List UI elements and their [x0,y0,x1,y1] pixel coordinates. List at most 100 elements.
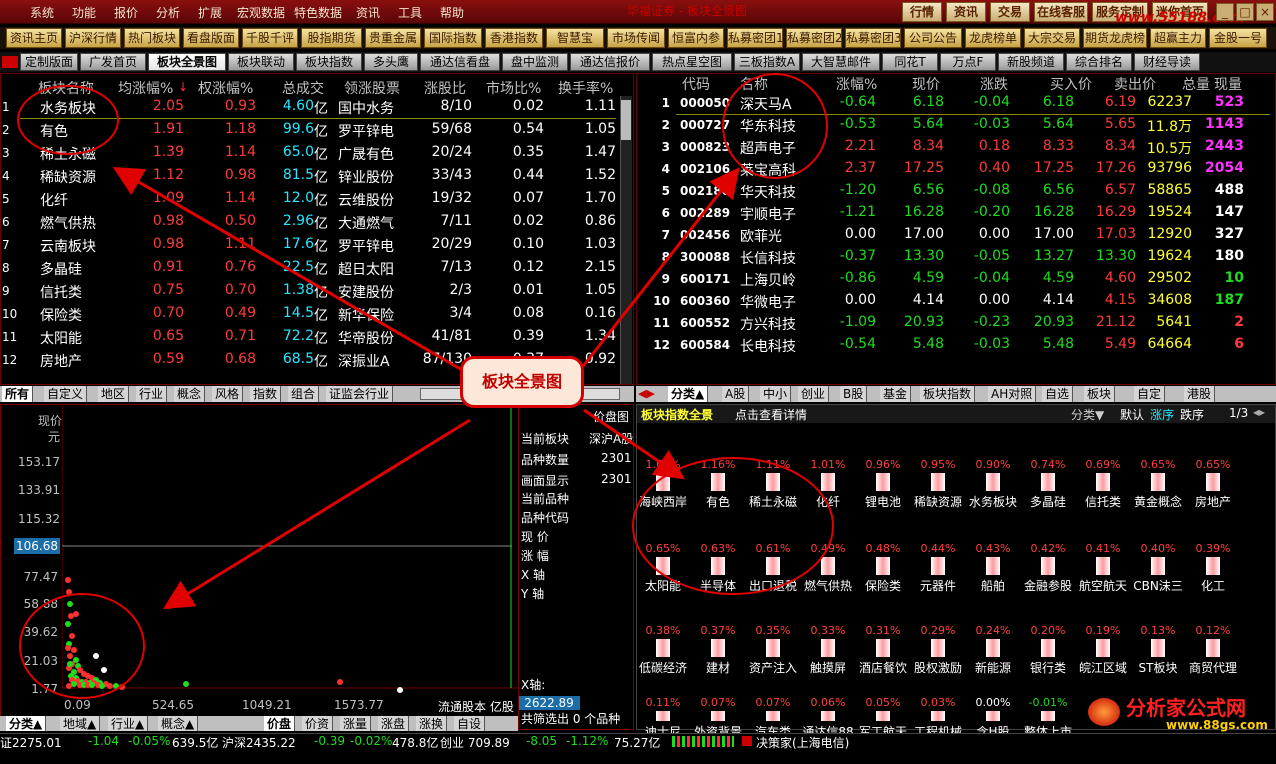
col-header[interactable]: 现量 [1214,74,1242,94]
quick-link[interactable]: 沪深行情 [65,28,121,48]
quick-link[interactable]: 私募密团1 [727,28,783,48]
layout-tab[interactable]: 同花T [882,53,938,71]
scrollbar[interactable] [620,96,632,384]
tab-scroll-arrows-icon[interactable]: ◀▶ [638,387,655,400]
sh-index[interactable]: 证2275.01 [0,734,62,751]
filter-tab[interactable]: 基金 [880,386,912,402]
layout-tab[interactable]: 板块指数 [296,53,362,71]
quick-link[interactable]: 公司公告 [904,28,962,48]
col-header[interactable]: 涨幅% [836,74,877,94]
col-header[interactable]: 买入价 [1050,74,1092,94]
col-header[interactable]: 代码 [682,74,710,94]
scatter-point[interactable] [397,687,403,693]
menu-item[interactable]: 系统 [30,4,54,21]
filter-tab[interactable]: 证监会行业 [326,386,394,402]
scatter-tab[interactable]: 行业▲ [108,716,149,731]
col-header[interactable]: 领涨股票 [344,78,400,98]
layout-tab[interactable]: 万点F [940,53,996,71]
quick-link[interactable]: 市场传闻 [607,28,665,48]
quick-link[interactable]: 智慧宝 [546,28,604,48]
menu-item[interactable]: 宏观数据 [237,4,285,21]
minimize-icon[interactable]: _ [1216,3,1234,21]
sector-tile[interactable]: -0.01% 整体上市 [1013,696,1083,764]
layout-tab[interactable]: 财经导读 [1134,53,1200,71]
sz-index[interactable]: 沪深2435.22 [222,734,296,751]
filter-tab[interactable]: 中小 [760,386,792,402]
scatter-plot[interactable] [62,404,518,698]
scatter-point[interactable] [65,621,71,627]
filter-tab[interactable]: 组合 [288,386,320,402]
scatter-point[interactable] [337,679,343,685]
col-header[interactable]: 涨跌 [980,74,1008,94]
col-header[interactable]: 权涨幅% [198,78,253,98]
filter-tab[interactable]: B股 [840,386,868,402]
trade-button[interactable]: 交易 [990,2,1030,22]
quick-link[interactable]: 金股一号 [1209,28,1267,48]
scatter-tab[interactable]: 涨盘 [378,716,410,731]
layout-tab[interactable]: 通达信报价 [570,53,650,71]
category-dropdown[interactable]: 分类▼ [1071,406,1104,423]
scatter-point[interactable] [107,683,113,689]
scatter-point[interactable] [69,633,75,639]
scatter-point[interactable] [183,681,189,687]
layout-tab[interactable]: 板块联动 [228,53,294,71]
scatter-point[interactable] [101,667,107,673]
online-service-button[interactable]: 在线客服 [1034,2,1088,22]
quick-link[interactable]: 国际指数 [424,28,482,48]
col-header[interactable]: 均涨幅% [118,78,173,98]
layout-tab[interactable]: 大智慧邮件 [802,53,880,71]
scatter-point[interactable] [71,647,77,653]
scatter-tab[interactable]: 概念▲ [158,716,199,731]
scatter-tab[interactable]: 分类▲ [6,716,47,731]
scatter-tab[interactable]: 价盘 [264,716,296,731]
sort-default[interactable]: 默认 [1120,406,1144,423]
scatter-point[interactable] [67,601,73,607]
filter-tab[interactable]: AH对照 [988,386,1037,402]
filter-tab[interactable]: 概念 [174,386,206,402]
quick-link[interactable]: 大宗交易 [1024,28,1080,48]
menu-item[interactable]: 工具 [398,4,422,21]
scatter-point[interactable] [113,683,119,689]
sector-tile[interactable]: 0.12% 商贸代理 [1178,624,1248,692]
scatter-tab[interactable]: 自设 [454,716,486,731]
quick-link[interactable]: 期货龙虎榜 [1083,28,1147,48]
menu-item[interactable]: 报价 [114,4,138,21]
layout-tab[interactable]: 广发首页 [80,53,146,71]
menu-item[interactable]: 功能 [72,4,96,21]
scatter-point[interactable] [66,589,72,595]
col-header[interactable]: 卖出价 [1114,74,1156,94]
menu-item[interactable]: 扩展 [198,4,222,21]
filter-tab[interactable]: 港股 [1184,386,1216,402]
layout-tab[interactable]: 通达信看盘 [420,53,500,71]
menu-item[interactable]: 帮助 [440,4,464,21]
scatter-point[interactable] [66,683,72,689]
quick-link[interactable]: 私募密团3 [845,28,901,48]
scatter-point[interactable] [89,682,95,688]
scatter-point[interactable] [99,683,105,689]
filter-tab[interactable]: 风格 [212,386,244,402]
layout-tab[interactable]: 多头鹰 [364,53,418,71]
maximize-icon[interactable]: □ [1236,3,1254,21]
scatter-tab[interactable]: 涨量 [340,716,372,731]
cy-index[interactable]: 创业 709.89 [440,734,510,751]
scatter-point[interactable] [93,653,99,659]
news-button[interactable]: 资讯 [946,2,986,22]
col-header[interactable]: 涨股比 [424,78,466,98]
quote-button[interactable]: 行情 [902,2,942,22]
quick-link[interactable]: 恒富内参 [668,28,724,48]
layout-tab[interactable]: 综合排名 [1066,53,1132,71]
scatter-tab[interactable]: 价资 [302,716,334,731]
scatter-tab[interactable]: 涨换 [416,716,448,731]
layout-tab[interactable]: 三板指数A [734,53,800,71]
scrollbar-thumb[interactable] [621,100,631,140]
col-header[interactable]: 总量 [1182,74,1210,94]
menu-item[interactable]: 特色数据 [294,4,342,21]
quick-link[interactable]: 千股千评 [242,28,298,48]
sort-ascending[interactable]: 涨序 [1150,406,1174,423]
filter-tab[interactable]: 创业 [798,386,830,402]
scatter-point[interactable] [73,611,79,617]
col-header[interactable]: 总成交 [282,78,324,98]
scatter-point[interactable] [65,577,71,583]
scatter-point[interactable] [119,684,125,690]
quick-link[interactable]: 龙虎榜单 [965,28,1021,48]
